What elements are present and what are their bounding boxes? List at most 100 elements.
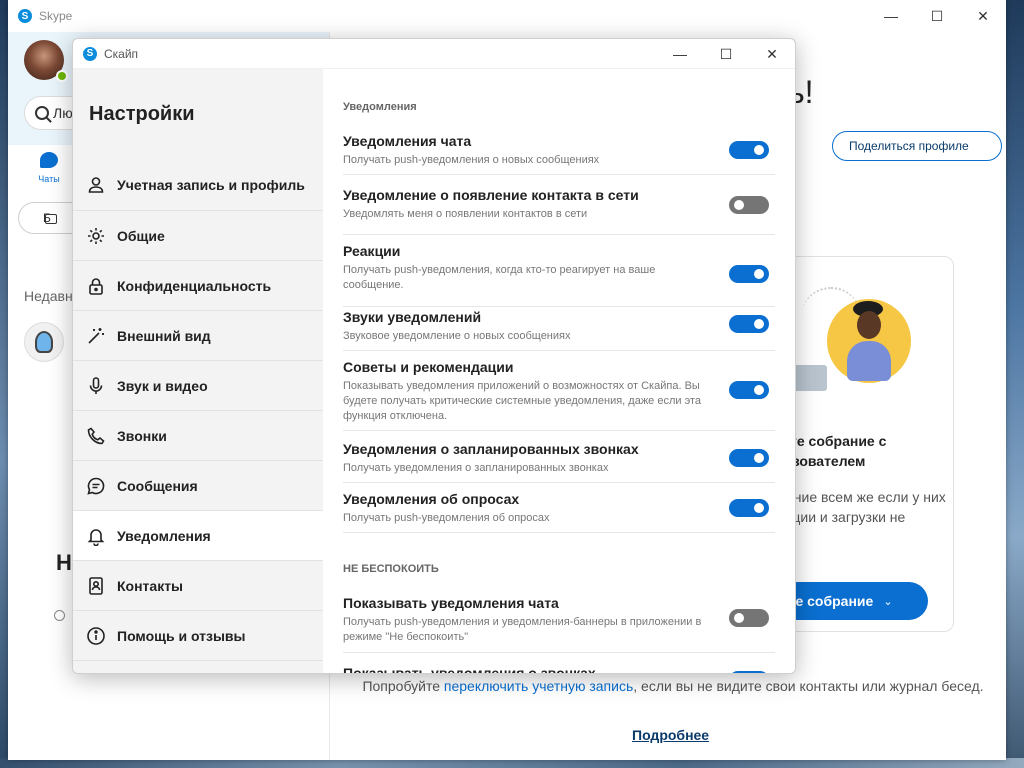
setting-description: Получать push-уведомления и уведомления-… xyxy=(343,616,702,643)
nav-item-label: Уведомления xyxy=(117,527,211,544)
toggle-contact-online[interactable] xyxy=(729,196,769,214)
person-icon xyxy=(86,175,106,195)
settings-minimize-button[interactable]: — xyxy=(657,39,703,69)
nav-item-audio-video[interactable]: Звук и видео xyxy=(73,361,323,411)
setting-description: Получать push-уведомления о новых сообще… xyxy=(343,154,600,166)
nav-item-privacy[interactable]: Конфиденциальность xyxy=(73,261,323,311)
nav-item-label: Контакты xyxy=(117,577,184,594)
close-button[interactable]: ✕ xyxy=(960,0,1006,32)
chats-icon xyxy=(40,152,58,168)
setting-description: Получать push-уведомления, когда кто-то … xyxy=(343,264,656,291)
setting-title: Показывать уведомления чата xyxy=(343,595,559,611)
skype-logo-icon: S xyxy=(18,9,32,23)
main-titlebar: S Skype xyxy=(8,0,1006,32)
skype-logo-icon: S xyxy=(83,46,97,61)
setting-title: Реакции xyxy=(343,243,401,259)
toggle-dnd-chat[interactable] xyxy=(729,609,769,627)
toggle-scheduled-calls[interactable] xyxy=(729,449,769,467)
settings-nav: Настройки Учетная запись и профиль Общие… xyxy=(73,69,323,673)
nav-item-label: Звонки xyxy=(117,427,167,444)
setting-description: Уведомлять меня о появлении контактов в … xyxy=(343,208,588,220)
gear-icon xyxy=(86,226,106,246)
toggle-polls[interactable] xyxy=(729,499,769,517)
footer-text-before: Попробуйте xyxy=(362,678,444,694)
small-search-icon xyxy=(54,610,65,621)
nav-item-label: Внешний вид xyxy=(117,327,211,344)
footer-text-after: , если вы не видите свои контакты или жу… xyxy=(633,678,984,694)
settings-heading: Настройки xyxy=(89,103,195,125)
microphone-icon xyxy=(86,376,106,396)
setting-title: Показывать уведомления о звонках xyxy=(343,665,596,674)
share-profile-button[interactable]: Поделиться профиле xyxy=(832,131,1002,161)
nav-item-label: Сообщения xyxy=(117,477,198,494)
setting-description: Получать уведомления о запланированных з… xyxy=(343,462,609,474)
switch-account-link[interactable]: переключить учетную запись xyxy=(444,678,633,694)
footer-hint: Попробуйте переключить учетную запись, е… xyxy=(330,676,1016,696)
toggle-chat-notifications[interactable] xyxy=(729,141,769,159)
notifications-panel: Уведомления Уведомления чата Получать pu… xyxy=(323,69,795,674)
nav-item-label: Звук и видео xyxy=(117,377,208,394)
section-label-dnd: НЕ БЕСПОКОИТЬ xyxy=(343,563,439,575)
search-icon xyxy=(35,106,49,120)
recent-chats-label: Недавн xyxy=(24,288,73,304)
nav-item-help[interactable]: Помощь и отзывы xyxy=(73,611,323,661)
info-icon xyxy=(86,626,106,646)
setting-row-reactions: Реакции Получать push-уведомления, когда… xyxy=(343,241,775,307)
settings-maximize-button[interactable]: ☐ xyxy=(703,39,749,69)
toggle-tips[interactable] xyxy=(729,381,769,399)
illustration-person xyxy=(843,301,893,385)
setting-description: Показывать уведомления приложений о возм… xyxy=(343,380,701,422)
setting-row-scheduled-calls: Уведомления о запланированных звонках По… xyxy=(343,439,775,483)
minimize-button[interactable]: — xyxy=(868,0,914,32)
contacts-icon xyxy=(86,576,106,596)
partial-heading: Н xyxy=(56,550,72,575)
settings-close-button[interactable]: ✕ xyxy=(749,39,795,69)
illustration-head xyxy=(857,311,881,339)
section-label-notifications: Уведомления xyxy=(343,101,417,113)
search-input-text: Лю xyxy=(53,105,73,121)
magic-wand-icon xyxy=(86,326,106,346)
nav-chats-label: Чаты xyxy=(38,174,60,184)
settings-window-title: Скайп xyxy=(104,46,139,61)
chevron-down-icon: ⌄ xyxy=(883,595,893,608)
settings-window-controls: — ☐ ✕ xyxy=(657,39,795,69)
setting-title: Уведомление о появление контакта в сети xyxy=(343,187,639,203)
main-window-title: Skype xyxy=(39,9,73,23)
toggle-dnd-calls[interactable] xyxy=(729,671,769,673)
nav-item-label: Учетная запись и профиль xyxy=(117,176,305,193)
nav-item-calls[interactable]: Звонки xyxy=(73,411,323,461)
setting-row-dnd-calls: Показывать уведомления о звонках xyxy=(343,663,775,674)
setting-row-contact-online: Уведомление о появление контакта в сети … xyxy=(343,185,775,235)
lock-icon xyxy=(86,276,106,296)
phone-icon xyxy=(86,426,106,446)
nav-item-appearance[interactable]: Внешний вид xyxy=(73,311,323,361)
maximize-button[interactable]: ☐ xyxy=(914,0,960,32)
chat-bubble-icon xyxy=(86,476,106,496)
lightbulb-avatar-icon[interactable] xyxy=(24,322,64,362)
learn-more-link[interactable]: Подробнее xyxy=(632,727,709,743)
nav-item-account[interactable]: Учетная запись и профиль xyxy=(73,159,323,211)
create-meeting-label: е собрание xyxy=(795,593,874,609)
nav-item-label: Помощь и отзывы xyxy=(117,627,246,644)
nav-item-general[interactable]: Общие xyxy=(73,211,323,261)
main-window-controls: — ☐ ✕ xyxy=(868,0,1006,32)
nav-item-notifications[interactable]: Уведомления xyxy=(73,511,323,561)
illustration-body xyxy=(847,341,891,381)
setting-title: Уведомления чата xyxy=(343,133,472,149)
toggle-notification-sounds[interactable] xyxy=(729,315,769,333)
nav-item-messages[interactable]: Сообщения xyxy=(73,461,323,511)
setting-row-polls: Уведомления об опросах Получать push-уве… xyxy=(343,489,775,533)
setting-row-chat-notifications: Уведомления чата Получать push-уведомлен… xyxy=(343,131,775,175)
nav-item-contacts[interactable]: Контакты xyxy=(73,561,323,611)
nav-item-label: Общие xyxy=(117,227,165,244)
nav-item-label: Конфиденциальность xyxy=(117,277,272,294)
setting-row-dnd-chat: Показывать уведомления чата Получать pus… xyxy=(343,593,775,653)
setting-description: Звуковое уведомление о новых сообщениях xyxy=(343,330,571,342)
bell-icon xyxy=(86,526,106,546)
setting-title: Звуки уведомлений xyxy=(343,309,482,325)
desktop-wallpaper-right xyxy=(1006,0,1024,768)
setting-row-tips: Советы и рекомендации Показывать уведомл… xyxy=(343,357,775,431)
setting-description: Получать push-уведомления об опросах xyxy=(343,512,550,524)
nav-chats[interactable]: Чаты xyxy=(34,152,64,184)
toggle-reactions[interactable] xyxy=(729,265,769,283)
